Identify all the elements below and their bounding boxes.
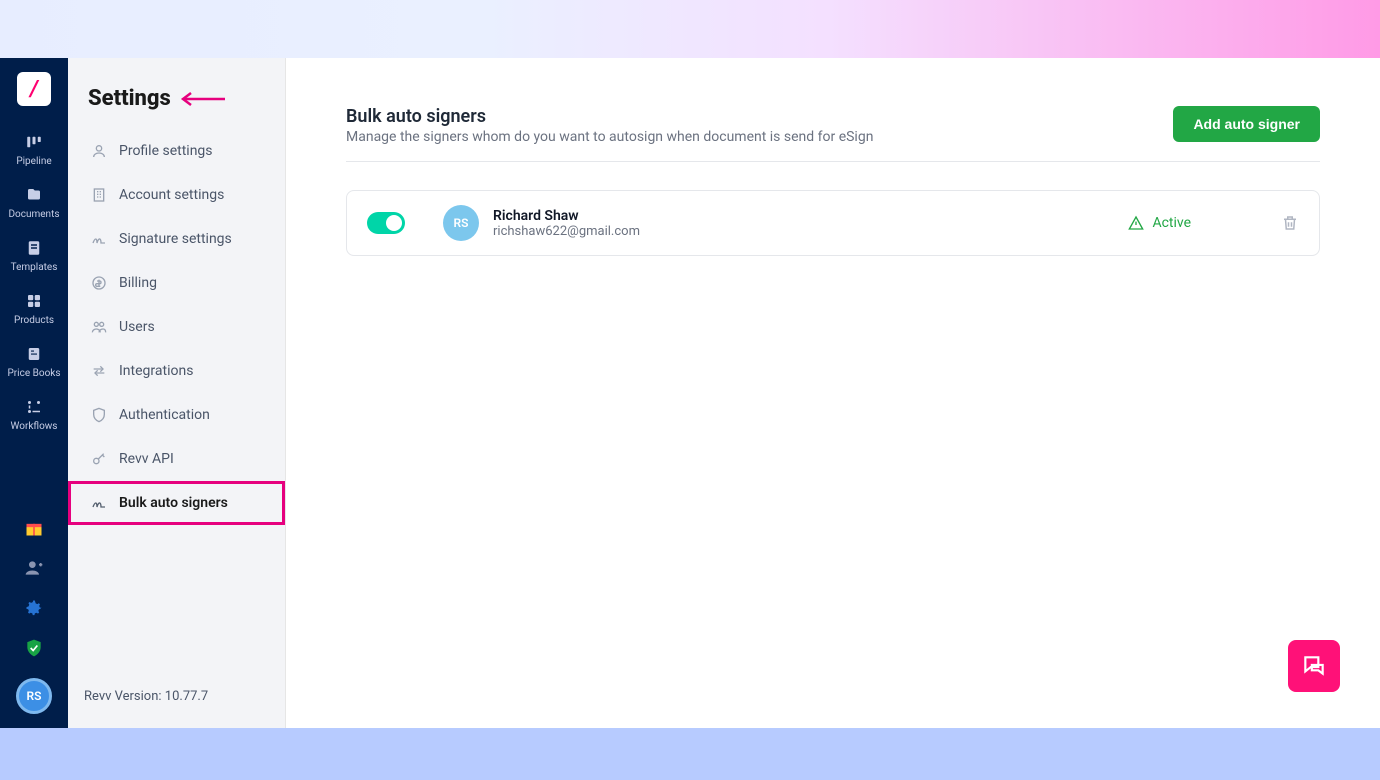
settings-item-bulk-auto-signers[interactable]: Bulk auto signers bbox=[68, 481, 285, 525]
rail-label: Documents bbox=[8, 209, 59, 220]
settings-gear-icon[interactable] bbox=[24, 598, 44, 618]
warning-triangle-icon bbox=[1128, 215, 1144, 231]
page-title: Bulk auto signers bbox=[346, 106, 873, 127]
settings-item-label: Users bbox=[119, 319, 155, 335]
settings-item-label: Billing bbox=[119, 275, 157, 291]
shield-icon bbox=[91, 407, 107, 423]
settings-item-authentication[interactable]: Authentication bbox=[68, 393, 285, 437]
settings-sidebar: Settings Profile settings Account settin… bbox=[68, 58, 286, 728]
main-panel: Bulk auto signers Manage the signers who… bbox=[286, 58, 1380, 728]
bottom-bar bbox=[0, 728, 1380, 780]
rail-label: Price Books bbox=[7, 368, 60, 379]
signature-icon bbox=[91, 495, 107, 511]
building-icon bbox=[91, 187, 107, 203]
settings-item-signature[interactable]: Signature settings bbox=[68, 217, 285, 261]
annotation-arrow-icon bbox=[177, 89, 227, 109]
signature-icon bbox=[91, 231, 107, 247]
top-gradient-bar bbox=[0, 0, 1380, 58]
rail-label: Workflows bbox=[11, 421, 58, 432]
settings-item-integrations[interactable]: Integrations bbox=[68, 349, 285, 393]
chat-fab[interactable] bbox=[1288, 640, 1340, 692]
settings-item-api[interactable]: Revv API bbox=[68, 437, 285, 481]
rail-label: Templates bbox=[11, 262, 58, 273]
rail-item-documents[interactable]: Documents bbox=[0, 185, 68, 220]
key-icon bbox=[91, 451, 107, 467]
rail-item-price-books[interactable]: Price Books bbox=[0, 344, 68, 379]
gift-icon[interactable] bbox=[24, 518, 44, 538]
settings-item-profile[interactable]: Profile settings bbox=[68, 129, 285, 173]
add-auto-signer-button[interactable]: Add auto signer bbox=[1173, 106, 1320, 142]
signer-status: Active bbox=[1128, 215, 1191, 231]
users-icon bbox=[91, 319, 107, 335]
signer-toggle[interactable] bbox=[367, 212, 405, 234]
signer-avatar: RS bbox=[443, 205, 479, 241]
page-subtitle: Manage the signers whom do you want to a… bbox=[346, 129, 873, 145]
rail-item-products[interactable]: Products bbox=[0, 291, 68, 326]
templates-icon bbox=[24, 238, 44, 258]
rail-item-templates[interactable]: Templates bbox=[0, 238, 68, 273]
add-user-icon[interactable] bbox=[24, 558, 44, 578]
documents-icon bbox=[24, 185, 44, 205]
rail-item-workflows[interactable]: Workflows bbox=[0, 397, 68, 432]
settings-item-label: Integrations bbox=[119, 363, 193, 379]
version-text: Revv Version: 10.77.7 bbox=[68, 689, 285, 728]
products-icon bbox=[24, 291, 44, 311]
user-icon bbox=[91, 143, 107, 159]
signer-name: Richard Shaw bbox=[493, 208, 1128, 224]
settings-item-label: Profile settings bbox=[119, 143, 213, 159]
user-avatar[interactable]: RS bbox=[16, 678, 52, 714]
billing-icon bbox=[91, 275, 107, 291]
delete-signer-button[interactable] bbox=[1281, 214, 1299, 232]
app-logo[interactable]: / bbox=[17, 72, 51, 106]
settings-item-label: Account settings bbox=[119, 187, 224, 203]
rail-label: Pipeline bbox=[16, 156, 51, 167]
signer-row: RS Richard Shaw richshaw622@gmail.com Ac… bbox=[346, 190, 1320, 256]
pipeline-icon bbox=[24, 132, 44, 152]
nav-rail: / Pipeline Documents Templates Products bbox=[0, 58, 68, 728]
settings-item-label: Authentication bbox=[119, 407, 210, 423]
settings-item-account[interactable]: Account settings bbox=[68, 173, 285, 217]
rail-label: Products bbox=[14, 315, 54, 326]
settings-item-billing[interactable]: Billing bbox=[68, 261, 285, 305]
status-label: Active bbox=[1152, 215, 1191, 231]
integrations-icon bbox=[91, 363, 107, 379]
settings-item-label: Bulk auto signers bbox=[119, 495, 228, 511]
workflows-icon bbox=[24, 397, 44, 417]
settings-item-label: Signature settings bbox=[119, 231, 232, 247]
shield-check-icon[interactable] bbox=[24, 638, 44, 658]
signer-email: richshaw622@gmail.com bbox=[493, 224, 1128, 239]
settings-item-users[interactable]: Users bbox=[68, 305, 285, 349]
price-books-icon bbox=[24, 344, 44, 364]
rail-item-pipeline[interactable]: Pipeline bbox=[0, 132, 68, 167]
settings-item-label: Revv API bbox=[119, 451, 174, 467]
settings-title: Settings bbox=[88, 86, 171, 111]
